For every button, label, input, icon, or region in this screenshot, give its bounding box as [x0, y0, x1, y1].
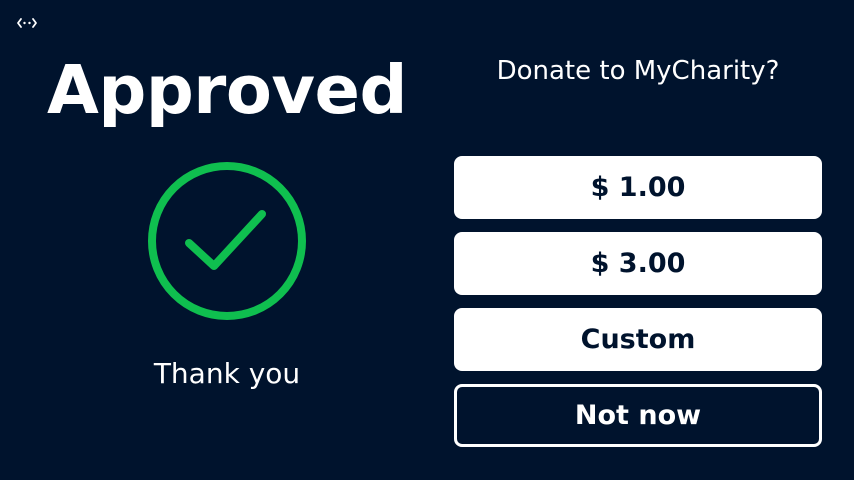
donate-1-button[interactable]: $ 1.00	[454, 156, 822, 219]
donation-panel: Donate to MyCharity? $ 1.00 $ 3.00 Custo…	[454, 0, 854, 480]
donate-prompt: Donate to MyCharity?	[496, 56, 780, 86]
not-now-button[interactable]: Not now	[454, 384, 822, 447]
custom-amount-button[interactable]: Custom	[454, 308, 822, 371]
thank-you-message: Thank you	[153, 357, 301, 390]
donate-3-button[interactable]: $ 3.00	[454, 232, 822, 295]
check-circle-icon	[148, 162, 306, 320]
payment-status-panel: Approved Thank you	[0, 0, 454, 480]
approved-title: Approved	[47, 51, 407, 129]
